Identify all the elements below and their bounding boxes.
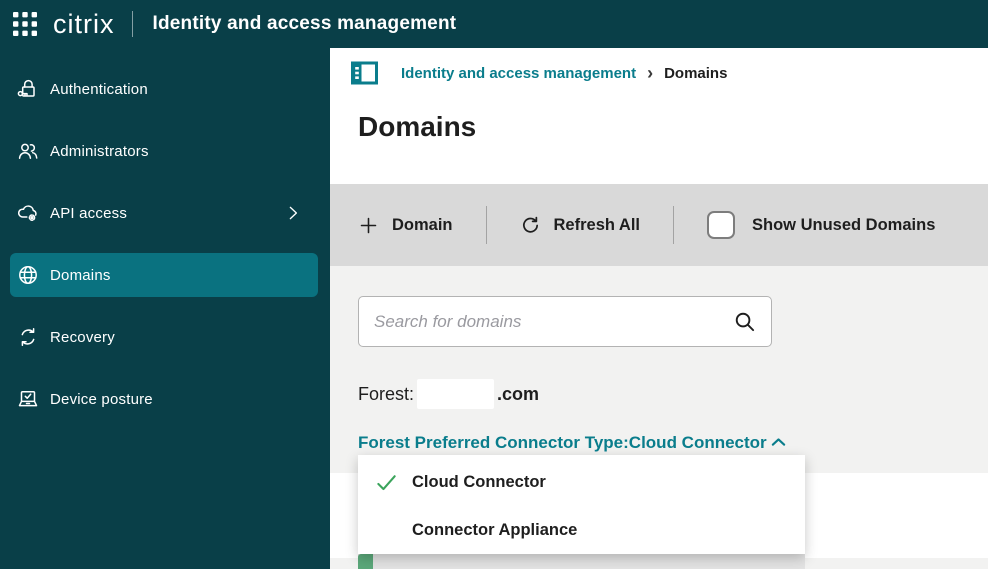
refresh-cycle-icon	[16, 325, 40, 349]
breadcrumb-current: Domains	[664, 64, 728, 82]
sidebar-item-authentication[interactable]: Authentication	[10, 67, 318, 111]
dropdown-option-label: Connector Appliance	[412, 520, 578, 539]
forest-domain-suffix: .com	[497, 383, 540, 404]
app-grid-icon[interactable]	[13, 12, 37, 36]
refresh-all-label: Refresh All	[553, 215, 641, 234]
plus-icon	[358, 215, 379, 236]
sidebar-item-label: Administrators	[50, 142, 149, 160]
domain-row-green-accent	[358, 554, 373, 569]
domains-toolbar: Domain Refresh All Show Unused Domains	[330, 184, 988, 266]
dropdown-option-cloud-connector[interactable]: Cloud Connector	[358, 458, 805, 506]
search-icon[interactable]	[733, 310, 756, 333]
forest-info-row: Forest: .com	[358, 378, 539, 410]
lock-key-icon	[16, 77, 40, 101]
search-input[interactable]	[374, 311, 733, 332]
citrix-console-window: citrix Identity and access management Au…	[0, 0, 988, 569]
globe-icon	[16, 263, 40, 287]
sidebar-item-label: Authentication	[50, 80, 148, 98]
show-unused-domains-label: Show Unused Domains	[752, 215, 936, 234]
top-navigation-bar: citrix Identity and access management	[0, 0, 988, 48]
connector-link-label: Forest Preferred Connector Type:	[358, 432, 629, 452]
sidebar-item-label: Device posture	[50, 390, 153, 408]
chevron-right-icon	[284, 204, 302, 222]
connector-link-value: Cloud Connector	[628, 432, 767, 452]
add-domain-button[interactable]: Domain	[358, 215, 453, 236]
sidebar-item-domains[interactable]: Domains	[10, 253, 318, 297]
citrix-logo[interactable]: citrix	[53, 10, 115, 38]
sidebar-item-api-access[interactable]: API access	[10, 191, 318, 235]
dropdown-option-label: Cloud Connector	[412, 472, 546, 491]
people-icon	[16, 139, 40, 163]
refresh-icon	[520, 215, 541, 236]
forest-preferred-connector-link[interactable]: Forest Preferred Connector Type: Cloud Co…	[358, 432, 789, 453]
domain-row-fragment[interactable]	[358, 554, 805, 569]
add-domain-label: Domain	[392, 215, 453, 234]
show-unused-domains-checkbox[interactable]	[707, 211, 736, 239]
forest-label: Forest:	[358, 383, 415, 404]
cloud-gear-icon	[16, 201, 40, 225]
forest-name-redacted	[417, 379, 495, 409]
dropdown-option-connector-appliance[interactable]: Connector Appliance	[358, 506, 805, 554]
laptop-check-icon	[16, 387, 40, 411]
sidebar-item-recovery[interactable]: Recovery	[10, 315, 318, 359]
domain-search-box	[358, 296, 772, 347]
panel-list-icon[interactable]	[351, 60, 378, 86]
toolbar-divider	[485, 206, 487, 244]
breadcrumb-separator: ›	[647, 63, 654, 83]
sidebar-nav: Authentication Administrators API access…	[0, 48, 330, 569]
page-title: Domains	[358, 111, 477, 142]
sidebar-item-label: Domains	[50, 266, 111, 284]
breadcrumb: Identity and access management › Domains	[351, 60, 727, 86]
main-content: Identity and access management › Domains…	[330, 48, 988, 569]
connector-type-dropdown: Cloud Connector Connector Appliance	[358, 455, 805, 554]
sidebar-item-administrators[interactable]: Administrators	[10, 129, 318, 173]
check-icon	[375, 471, 398, 494]
chevron-up-icon	[768, 432, 789, 453]
sidebar-item-label: API access	[50, 204, 128, 222]
topbar-title: Identity and access management	[152, 13, 457, 34]
sidebar-item-device-posture[interactable]: Device posture	[10, 377, 318, 421]
breadcrumb-link-iam[interactable]: Identity and access management	[401, 65, 636, 82]
refresh-all-button[interactable]: Refresh All	[520, 215, 641, 236]
sidebar-item-label: Recovery	[50, 328, 115, 346]
topbar-divider	[131, 11, 133, 37]
toolbar-divider	[673, 206, 675, 244]
